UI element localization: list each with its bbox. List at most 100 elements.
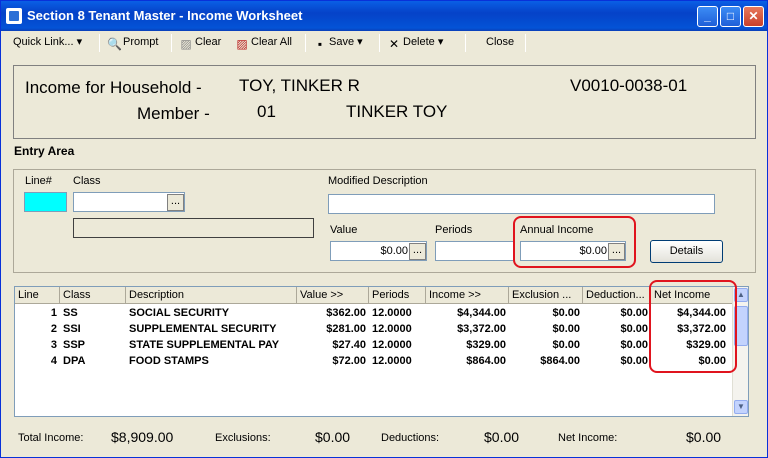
toolbar-separator <box>305 34 306 52</box>
table-row[interactable]: 2 SSI SUPPLEMENTAL SECURITY $281.00 12.0… <box>15 321 735 337</box>
title-bar[interactable]: Section 8 Tenant Master - Income Workshe… <box>1 1 767 31</box>
floppy-disk-icon: ▪ <box>317 37 323 51</box>
cell-deduction: $0.00 <box>620 307 648 319</box>
net-income-highlight <box>649 280 737 373</box>
column-header-line[interactable]: Line <box>15 287 60 304</box>
cell-periods: 12.0000 <box>372 339 412 351</box>
dropdown-arrow-icon: ▾ <box>357 36 363 48</box>
maximize-button[interactable]: □ <box>720 6 741 27</box>
cell-exclusion: $0.00 <box>552 339 580 351</box>
prompt-button[interactable]: 🔍Prompt <box>107 32 158 54</box>
periods-field[interactable] <box>435 241 515 261</box>
toolbar: Quick Link... ▾ 🔍Prompt ▨ Clear ▨ Clear Al… <box>5 32 765 54</box>
cell-description: FOOD STAMPS <box>129 355 209 367</box>
close-icon: ✕ <box>748 9 759 23</box>
cell-line: 4 <box>50 355 57 367</box>
delete-button[interactable]: ✕ Delete ▾ <box>387 32 443 54</box>
cell-periods: 12.0000 <box>372 307 412 319</box>
class-lookup-button[interactable]: ... <box>167 194 184 211</box>
member-number: 01 <box>257 102 276 121</box>
cell-deduction: $0.00 <box>620 339 648 351</box>
toolbar-separator <box>525 34 526 52</box>
household-id: V0010-0038-01 <box>570 76 688 95</box>
exclusions-value: $0.00 <box>315 429 351 445</box>
eraser-icon: ▨ <box>180 37 192 51</box>
save-button[interactable]: ▪ Save ▾ <box>313 32 363 54</box>
delete-x-icon: ✕ <box>388 37 400 51</box>
cell-income: $864.00 <box>466 355 506 367</box>
cell-class: SSP <box>63 339 86 351</box>
cell-income: $329.00 <box>466 339 506 351</box>
periods-label: Periods <box>435 224 473 236</box>
scroll-down-arrow-icon[interactable]: ▼ <box>734 400 748 414</box>
maximize-icon: □ <box>726 9 735 23</box>
minimize-icon: _ <box>704 9 711 23</box>
cell-periods: 12.0000 <box>372 355 412 367</box>
cell-value: $281.00 <box>326 323 366 335</box>
cell-value: $362.00 <box>326 307 366 319</box>
member-label: Member - <box>137 104 210 123</box>
column-header-value[interactable]: Value >> <box>297 287 369 304</box>
line-label: Line# <box>25 175 52 187</box>
annual-income-highlight <box>513 216 636 268</box>
modified-description-label: Modified Description <box>328 175 428 187</box>
column-header-exclusion[interactable]: Exclusion ... <box>509 287 583 304</box>
app-icon <box>6 8 22 24</box>
income-worksheet-window: Section 8 Tenant Master - Income Workshe… <box>0 0 768 458</box>
class-label: Class <box>73 175 101 187</box>
household-label: Income for Household - <box>25 78 202 97</box>
cell-exclusion: $0.00 <box>552 323 580 335</box>
cell-description: SUPPLEMENTAL SECURITY <box>129 323 277 335</box>
cell-value: $72.00 <box>332 355 366 367</box>
cell-class: DPA <box>63 355 86 367</box>
window-title: Section 8 Tenant Master - Income Workshe… <box>27 8 303 23</box>
value-lookup-button[interactable]: ... <box>409 243 426 260</box>
entry-area: Line# Class ... Modified Description Val… <box>13 169 756 273</box>
net-income-label: Net Income: <box>558 432 618 444</box>
cell-class: SSI <box>63 323 81 335</box>
cell-deduction: $0.00 <box>620 323 648 335</box>
clear-all-button[interactable]: ▨ Clear All <box>235 32 292 54</box>
cell-line: 2 <box>50 323 57 335</box>
column-header-class[interactable]: Class <box>60 287 126 304</box>
close-button[interactable]: Close <box>486 32 514 54</box>
quick-link-menu[interactable]: Quick Link... ▾ <box>13 32 82 54</box>
cell-deduction: $0.00 <box>620 355 648 367</box>
column-header-deduction[interactable]: Deduction... <box>583 287 651 304</box>
cell-description: SOCIAL SECURITY <box>129 307 230 319</box>
total-income-label: Total Income: <box>18 432 84 444</box>
grid-header: Line Class Description Value >> Periods … <box>15 287 735 304</box>
cell-description: STATE SUPPLEMENTAL PAY <box>129 339 280 351</box>
table-row[interactable]: 3 SSP STATE SUPPLEMENTAL PAY $27.40 12.0… <box>15 337 735 353</box>
household-name: TOY, TINKER R <box>239 76 360 95</box>
dropdown-arrow-icon: ▾ <box>76 36 83 48</box>
column-header-income[interactable]: Income >> <box>426 287 509 304</box>
minimize-button[interactable]: _ <box>697 6 718 27</box>
column-header-periods[interactable]: Periods <box>369 287 426 304</box>
close-window-button[interactable]: ✕ <box>743 6 764 27</box>
cell-income: $4,344.00 <box>457 307 506 319</box>
modified-description-field[interactable] <box>328 194 715 214</box>
household-header: Income for Household - TOY, TINKER R V00… <box>13 65 756 139</box>
cell-line: 3 <box>50 339 57 351</box>
eraser-all-icon: ▨ <box>236 37 248 51</box>
total-income-value: $8,909.00 <box>111 429 174 445</box>
dropdown-arrow-icon: ▾ <box>437 36 444 48</box>
cell-exclusion: $0.00 <box>552 307 580 319</box>
details-button[interactable]: Details <box>650 240 723 263</box>
income-grid[interactable]: Line Class Description Value >> Periods … <box>14 286 749 417</box>
class-description-display <box>73 218 314 238</box>
clear-button[interactable]: ▨ Clear <box>179 32 221 54</box>
cell-value: $27.40 <box>332 339 366 351</box>
line-number-field[interactable] <box>24 192 67 212</box>
magnifier-icon: 🔍 <box>107 37 122 51</box>
value-label: Value <box>330 224 358 236</box>
table-row[interactable]: 1 SS SOCIAL SECURITY $362.00 12.0000 $4,… <box>15 305 735 321</box>
column-header-description[interactable]: Description <box>126 287 297 304</box>
net-income-value: $0.00 <box>686 429 722 445</box>
member-name: TINKER TOY <box>346 102 448 121</box>
exclusions-label: Exclusions: <box>215 432 271 444</box>
cell-class: SS <box>63 307 78 319</box>
cell-income: $3,372.00 <box>457 323 506 335</box>
table-row[interactable]: 4 DPA FOOD STAMPS $72.00 12.0000 $864.00… <box>15 353 735 369</box>
